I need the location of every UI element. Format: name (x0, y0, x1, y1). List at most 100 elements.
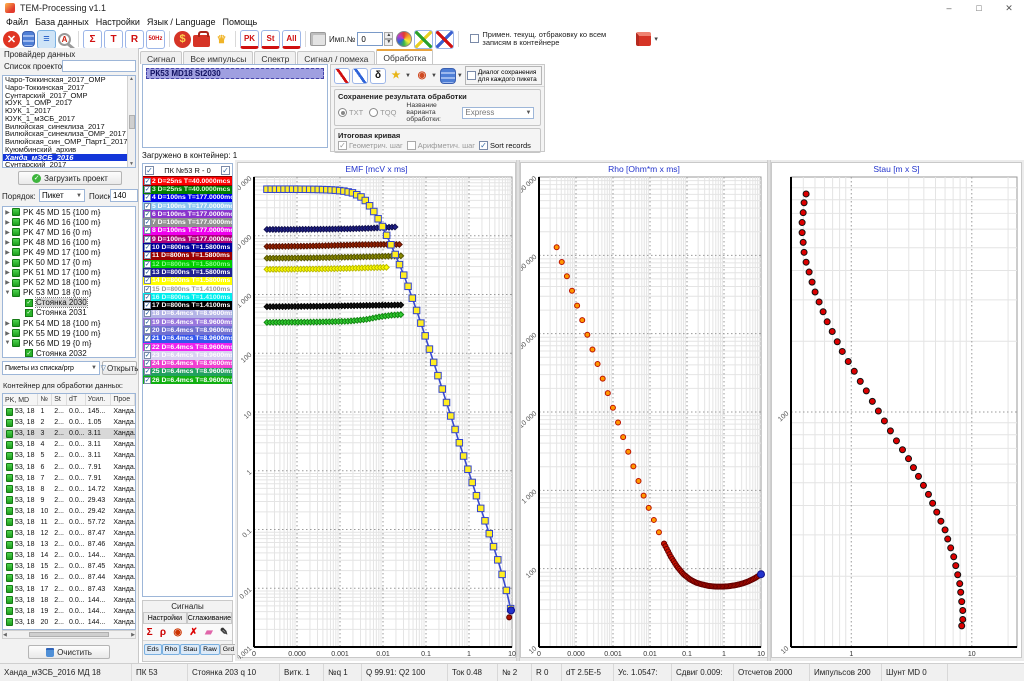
table-row[interactable]: 53, 18182...0.0...144...Ханда. (3, 595, 135, 606)
tree-item[interactable]: ▶PK 51 MD 17 {100 m} (3, 268, 135, 278)
rho-marker-icon[interactable]: ρ (160, 627, 166, 638)
column-header[interactable]: St (52, 394, 67, 405)
table-row[interactable]: 53, 18152...0.0...87.45Ханда. (3, 561, 135, 572)
impulse-number-input[interactable]: 0 (357, 32, 383, 46)
chevron-collapsed-icon[interactable]: ▶ (3, 219, 12, 226)
table-row[interactable]: 53, 1892...0.0...29.43Ханда. (3, 495, 135, 506)
projects-listbox[interactable]: ▲▼ Чаро-Токкинская_2017_ОМРЧаро-Токкинск… (2, 75, 136, 168)
legend-item-checkbox[interactable] (144, 277, 151, 284)
legend-item[interactable]: 26 D=6.4mcs T=8.9600ms (143, 376, 232, 384)
time-gate-icon[interactable]: Т (104, 30, 123, 49)
legend-item[interactable]: 15 D=800ns T=1.4100ms (143, 285, 232, 293)
legend-item[interactable]: 7 D=100ns T=177.0000mcs (143, 218, 232, 226)
tree-child-item[interactable]: ✓Стоянка 2030 (3, 298, 135, 308)
legend-item[interactable]: 21 D=6.4mcs T=8.9600ms (143, 335, 232, 343)
tab-1[interactable]: Все импульсы (183, 51, 253, 64)
chevron-collapsed-icon[interactable]: ▶ (3, 259, 12, 266)
emf-plot[interactable]: 00.0000.0010.010.1110100 00010 0001 0001… (238, 163, 517, 659)
legend-item[interactable]: 25 D=6.4mcs T=8.9600ms (143, 368, 232, 376)
table-row[interactable]: 53, 1882...0.0...14.72Ханда. (3, 484, 135, 495)
chevron-down-icon[interactable]: ▼ (405, 73, 411, 79)
legend-item-checkbox[interactable] (144, 244, 151, 251)
column-header[interactable]: Усил. (86, 394, 112, 405)
legend-item[interactable]: 23 D=6.4mcs T=8.9600ms (143, 351, 232, 359)
data-provider-icon[interactable]: ≡ (37, 30, 56, 49)
table-row[interactable]: 53, 1852...0.0...3.11Ханда. (3, 450, 135, 461)
device-icon[interactable] (310, 32, 326, 46)
signal-mode-raw[interactable]: Raw (200, 644, 220, 655)
table-row[interactable]: 53, 1832...0.0...3.11Ханда. (3, 428, 135, 439)
legend-item-checkbox[interactable] (144, 227, 151, 234)
table-hscrollbar[interactable]: ◀▶ (2, 630, 136, 639)
legend-item-checkbox[interactable] (144, 261, 151, 268)
legend-item-checkbox[interactable] (144, 368, 151, 375)
chevron-down-icon[interactable]: ▼ (457, 73, 463, 79)
legend-item-checkbox[interactable] (144, 327, 151, 334)
delete-icon[interactable]: ✗ (189, 627, 197, 638)
legend-item[interactable]: 12 D=800ns T=1.5800ms (143, 260, 232, 268)
toolbox-icon[interactable] (193, 35, 210, 47)
legend-item[interactable]: 16 D=800ns T=1.4100ms (143, 293, 232, 301)
order-select[interactable]: Пикет▼ (39, 189, 85, 202)
column-header[interactable]: № (38, 394, 52, 405)
rho-chart-panel[interactable]: Rho [Ohm*m x ms]00.0000.0010.010.111010 … (520, 162, 768, 658)
maximize-button[interactable]: □ (964, 0, 994, 16)
legend-item[interactable]: 10 D=800ns T=1.5800ms (143, 243, 232, 251)
open-button[interactable]: ▽Открыть (102, 361, 137, 375)
resistance-icon[interactable]: R (125, 30, 144, 49)
chevron-collapsed-icon[interactable]: ▶ (3, 249, 12, 256)
legend-item[interactable]: 17 D=800ns T=1.4100ms (143, 301, 232, 309)
legend-item[interactable]: 24 D=6.4mcs T=8.9600ms (143, 360, 232, 368)
geometric-step-checkbox[interactable] (338, 141, 347, 150)
pencil-icon[interactable]: ✎ (220, 627, 228, 638)
table-row[interactable]: 53, 18132...0.0...87.46Ханда. (3, 539, 135, 550)
signals-tab-1[interactable]: Сглаживание (187, 612, 232, 624)
filter-50hz-icon[interactable]: 50Hz (146, 30, 165, 49)
curves-edit-icon[interactable] (414, 30, 433, 49)
export-cube-icon[interactable] (636, 32, 651, 46)
table-row[interactable]: 53, 18122...0.0...87.47Ханда. (3, 528, 135, 539)
menu-item-0[interactable]: Файл (6, 16, 35, 29)
arithmetic-step-checkbox[interactable] (407, 141, 416, 150)
sum-impulses-icon[interactable]: Σ (83, 30, 102, 49)
legend-item-checkbox[interactable] (144, 219, 151, 226)
legend-item-checkbox[interactable] (144, 252, 151, 259)
chevron-down-icon[interactable]: ▼ (431, 73, 437, 79)
search-input[interactable]: 140 (110, 189, 138, 202)
crown-icon[interactable]: ♛ (212, 30, 231, 49)
loaded-records-listbox[interactable]: РК53 MD18 St2030 (142, 64, 328, 148)
legend-item-checkbox[interactable] (144, 302, 151, 309)
table-row[interactable]: 53, 18192...0.0...144...Ханда. (3, 606, 135, 617)
tree-item[interactable]: ▶PK 55 MD 19 {100 m} (3, 328, 135, 338)
legend-item[interactable]: 11 D=800ns T=1.5800ms (143, 252, 232, 260)
sort-records-checkbox[interactable] (479, 141, 488, 150)
legend-item-checkbox[interactable] (144, 294, 151, 301)
legend-item-checkbox[interactable] (144, 186, 151, 193)
reject-globe-icon[interactable]: ◉ (414, 68, 430, 84)
container-table[interactable]: PK, MD№StdTУсил.Прое53, 1812...0.0...145… (2, 393, 136, 630)
variant-select[interactable]: Express▼ (462, 107, 534, 119)
menu-item-4[interactable]: Помощь (222, 16, 264, 29)
picket-source-select[interactable]: Пикеты из списка/prp▼ (2, 361, 100, 375)
chevron-collapsed-icon[interactable]: ▶ (3, 320, 12, 327)
save-database-icon[interactable] (440, 68, 456, 84)
menu-item-3[interactable]: Язык / Language (147, 16, 223, 29)
chevron-collapsed-icon[interactable]: ▶ (3, 330, 12, 337)
close-button[interactable]: ✕ (994, 0, 1024, 16)
legend-item[interactable]: 20 D=6.4mcs T=8.9600ms (143, 326, 232, 334)
eraser-icon[interactable]: ▰ (205, 627, 213, 638)
tab-2[interactable]: Спектр (254, 51, 296, 64)
menu-item-2[interactable]: Настройки (96, 16, 147, 29)
txt-radio[interactable] (338, 108, 347, 117)
menu-item-1[interactable]: База данных (35, 16, 96, 29)
legend-item[interactable]: 5 D=100ns T=177.0000mcs (143, 202, 232, 210)
column-header[interactable]: Прое (111, 394, 135, 405)
signal-mode-stau[interactable]: Stau (180, 644, 200, 655)
legend-item[interactable]: 14 D=800ns T=1.5800ms (143, 277, 232, 285)
chevron-collapsed-icon[interactable]: ▶ (3, 209, 12, 216)
legend-item-checkbox[interactable] (144, 211, 151, 218)
tree-item[interactable]: ▶PK 54 MD 18 {100 m} (3, 318, 135, 328)
tree-item[interactable]: ▶PK 50 MD 17 {0 m} (3, 257, 135, 267)
legend-item-checkbox[interactable] (144, 236, 151, 243)
table-row[interactable]: 53, 1842...0.0...3.11Ханда. (3, 439, 135, 450)
